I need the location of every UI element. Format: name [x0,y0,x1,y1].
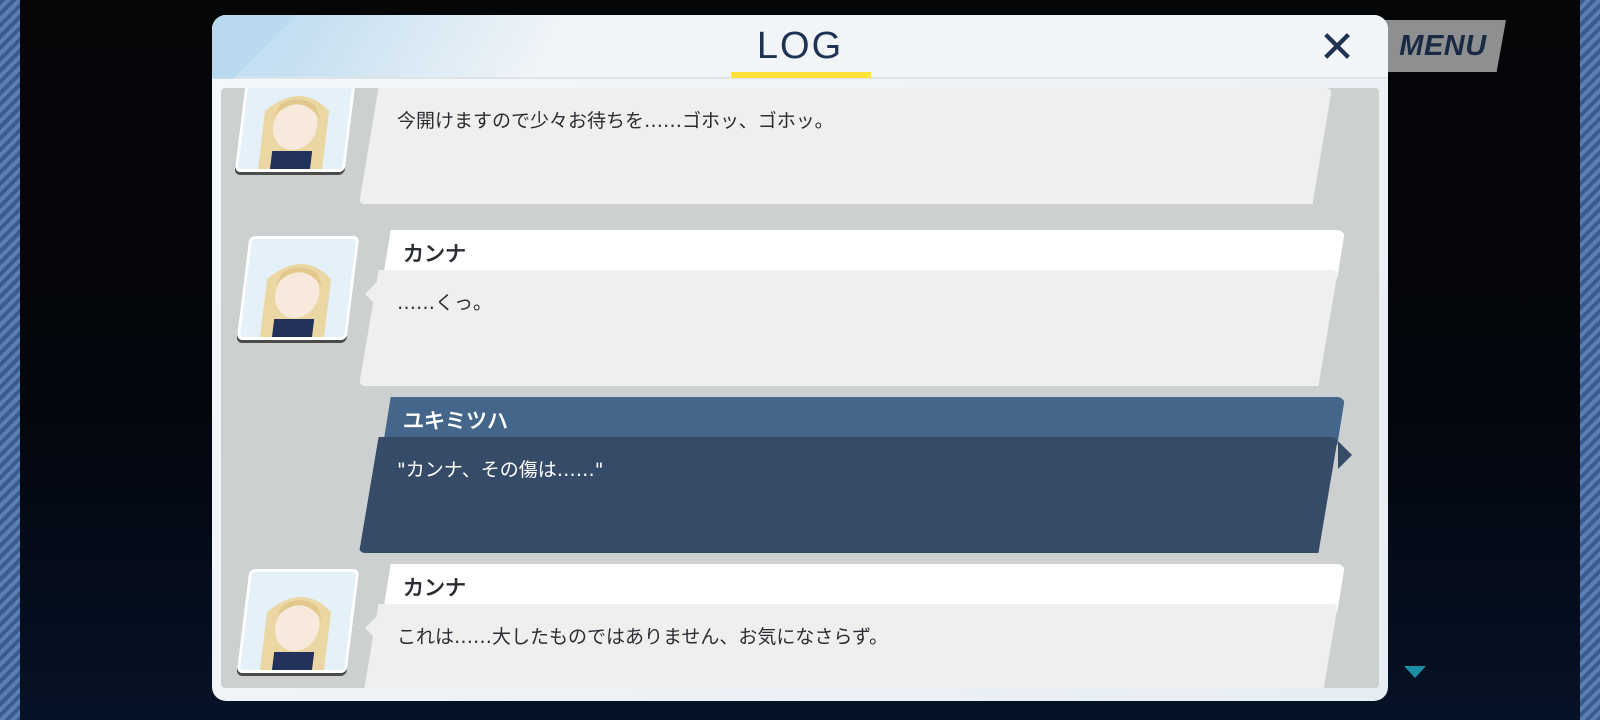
log-list[interactable]: 今開けますので少々お待ちを……ゴホッ、ゴホッ。 カンナ ……くっ。 ユキミツハ … [221,88,1379,688]
speaker-name: ユキミツハ [403,409,508,433]
menu-button[interactable]: MENU [1372,20,1506,72]
message-text: これは……大したものではありません、お気になさらず。 [397,626,889,648]
message-box: これは……大したものではありません、お気になさらず。 [359,604,1338,688]
close-icon: ✕ [1318,22,1356,73]
close-button[interactable]: ✕ [1314,25,1360,71]
title-underline [731,72,871,78]
message-box: "カンナ、その傷は……" [359,437,1338,553]
speaker-portrait [234,88,358,172]
log-title: LOG [756,25,844,67]
message-text: "カンナ、その傷は……" [397,459,604,481]
speaker-portrait [236,236,360,340]
message-box: ……くっ。 [359,270,1338,386]
speaker-name: カンナ [403,576,466,600]
message-text: 今開けますので少々お待ちを……ゴホッ、ゴホッ。 [397,110,834,132]
message-text: ……くっ。 [397,292,493,314]
message-box: 今開けますので少々お待ちを……ゴホッ、ゴホッ。 [359,88,1332,204]
message-pointer [1338,441,1352,469]
menu-label: MENU [1399,29,1487,62]
scroll-down-icon[interactable] [1404,666,1426,678]
log-panel: LOG ✕ 今開けますので少々お待ちを……ゴホッ、ゴホッ。 カンナ ……くっ。 … [212,15,1388,701]
right-border-stripe [1580,0,1600,720]
speaker-name: カンナ [403,242,466,266]
left-border-stripe [0,0,20,720]
log-header: LOG ✕ [212,15,1388,79]
speaker-portrait [236,569,360,673]
